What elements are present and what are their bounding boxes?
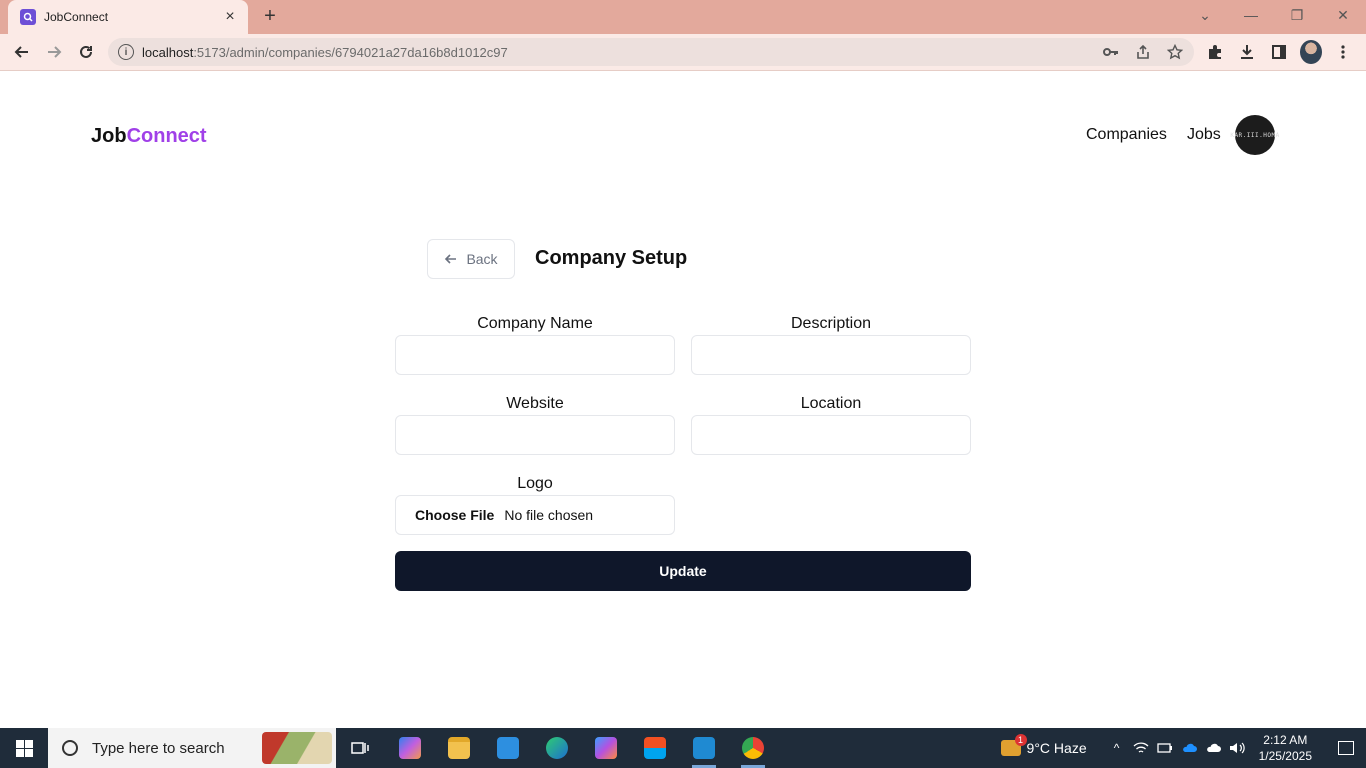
location-label: Location [800,395,862,412]
downloads-icon[interactable] [1236,39,1258,65]
mail-icon[interactable] [488,732,528,764]
url-path: :5173/admin/companies/6794021a27da16b8d1… [193,44,508,60]
tab-search-icon[interactable]: ⌄ [1182,0,1228,30]
brand-logo[interactable]: JobConnect [91,125,207,148]
main-nav: Companies Jobs [1086,126,1221,144]
window-controls: ⌄ — ❐ ✕ [1182,0,1366,30]
start-button[interactable] [0,728,48,768]
bookmark-star-icon[interactable] [1166,43,1184,61]
website-label: Website [506,395,564,412]
back-button[interactable]: Back [427,239,515,279]
reload-icon[interactable] [74,40,98,64]
page-content: JobConnect Companies Jobs KAR.III.HOMA B… [0,71,1366,728]
browser-tab[interactable]: JobConnect × [8,0,248,34]
windows-logo-icon [15,739,33,757]
notifications-icon[interactable] [1326,728,1366,768]
back-arrow-icon[interactable] [10,40,34,64]
weather-text: 9°C Haze [1026,740,1087,756]
search-icon [62,740,78,756]
extensions-puzzle-icon[interactable] [1204,39,1226,65]
description-label: Description [790,315,872,332]
back-label: Back [466,251,498,267]
browser-actions [1204,39,1354,65]
clock-time: 2:12 AM [1263,733,1308,747]
m365-icon[interactable] [586,732,626,764]
minimize-icon[interactable]: — [1228,0,1274,30]
taskbar-search[interactable]: Type here to search [48,728,336,768]
network-icon[interactable] [1133,740,1149,756]
nav-link-jobs[interactable]: Jobs [1187,126,1221,144]
vscode-icon[interactable] [684,732,724,768]
weather-haze-icon: 1 [1000,734,1027,756]
copilot-icon[interactable] [390,732,430,764]
user-avatar[interactable]: KAR.III.HOMA [1230,115,1279,155]
file-status: No file chosen [504,507,594,523]
update-button[interactable]: Update [395,551,971,591]
brand-part1: Job [91,125,127,147]
system-clock[interactable]: 2:12 AM 1/25/2025 [1259,732,1312,764]
site-info-icon[interactable]: i [118,44,134,60]
tab-title: JobConnect [44,10,109,24]
clock-date: 1/25/2025 [1258,749,1312,763]
tab-close-icon[interactable]: × [222,9,238,25]
weather-widget[interactable]: 1 9°C Haze [1000,734,1087,756]
cloud-icon[interactable] [1205,740,1221,756]
store-icon[interactable] [635,732,675,764]
file-explorer-icon[interactable] [439,732,479,764]
page-title: Company Setup [535,247,688,269]
brand-part2: Connect [126,125,207,147]
nav-link-companies[interactable]: Companies [1086,126,1167,144]
new-tab-button[interactable]: + [259,5,281,27]
show-hidden-icons-chevron-icon[interactable]: ^ [1109,740,1125,756]
forward-arrow-icon[interactable] [42,40,66,64]
logo-label: Logo [517,475,553,492]
avatar-text: KAR.III.HOMA [1230,131,1280,139]
close-window-icon[interactable]: ✕ [1320,0,1366,30]
restore-icon[interactable]: ❐ [1274,0,1320,30]
url-host: localhost [142,44,194,60]
edge-browser-icon[interactable] [537,732,577,764]
description-input[interactable] [691,335,971,375]
side-panel-icon[interactable] [1268,39,1290,65]
logo-file-input[interactable]: Choose File No file chosen [395,495,675,535]
search-placeholder: Type here to search [92,739,225,757]
profile-avatar[interactable] [1300,39,1322,65]
chrome-icon[interactable] [733,732,773,768]
weather-badge: 1 [1014,734,1027,746]
app-favicon-icon [20,9,36,25]
company-name-label: Company Name [477,315,593,332]
address-bar[interactable]: i localhost:5173/admin/companies/6794021… [108,38,1194,66]
task-view-icon[interactable] [340,732,380,764]
company-name-input[interactable] [395,335,675,375]
windows-taskbar: Type here to search 1 9°C Haze ^ 2:12 AM… [0,728,1366,768]
key-icon[interactable] [1102,43,1120,61]
choose-file-button[interactable]: Choose File [415,507,494,523]
search-highlight-image [262,732,332,764]
battery-icon[interactable] [1156,740,1173,756]
browser-menu-icon[interactable] [1332,39,1354,65]
share-icon[interactable] [1134,43,1152,61]
location-input[interactable] [691,415,971,455]
volume-icon[interactable] [1229,740,1245,756]
system-tray: 1 9°C Haze ^ 2:12 AM 1/25/2025 [1000,728,1366,768]
browser-toolbar: i localhost:5173/admin/companies/6794021… [0,34,1366,71]
arrow-left-icon [445,254,457,264]
website-input[interactable] [395,415,675,455]
onedrive-cloud-icon[interactable] [1181,740,1197,756]
browser-tabstrip: JobConnect × + ⌄ — ❐ ✕ [0,0,1366,34]
